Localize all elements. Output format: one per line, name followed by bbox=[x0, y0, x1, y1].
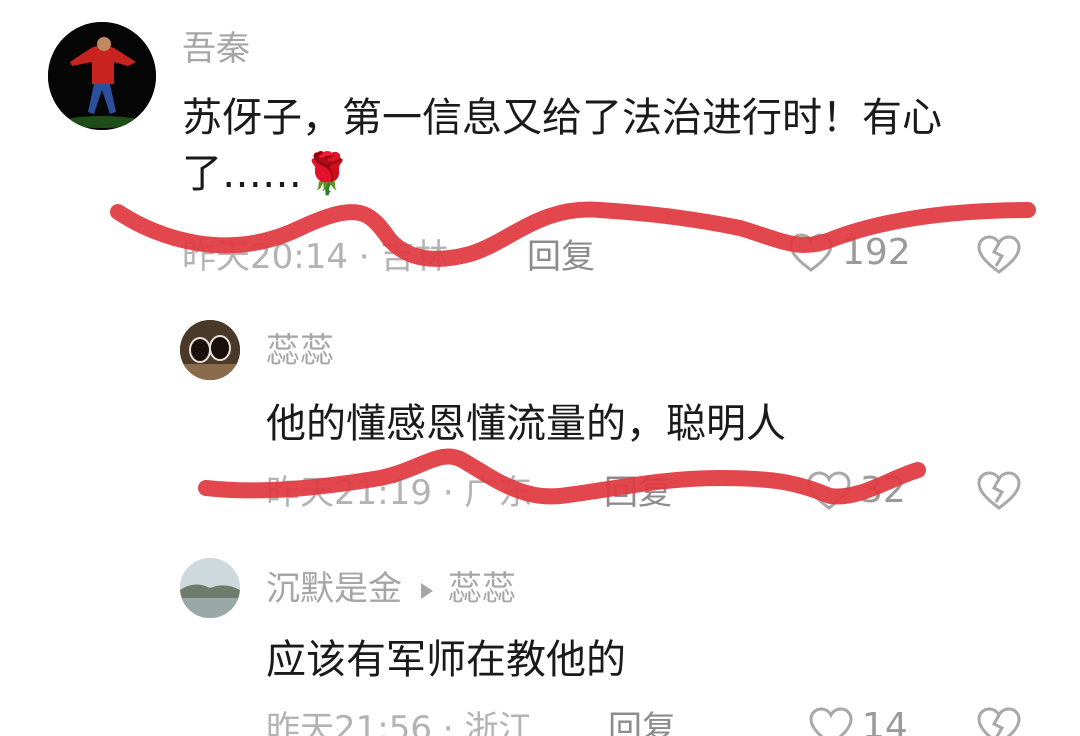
comment-text: 苏伢子，第一信息又给了法治进行时！有心了……🌹 bbox=[182, 95, 942, 197]
comment-text: 他的懂感恩懂流量的，聪明人 bbox=[266, 401, 786, 447]
avatar[interactable] bbox=[180, 558, 240, 618]
reply-target[interactable]: 蕊蕊 bbox=[448, 569, 516, 609]
reply-button[interactable]: 回复 bbox=[608, 712, 676, 736]
like-count: 32 bbox=[860, 470, 906, 511]
comment-date-location: 昨天20:14 · 吉林 bbox=[182, 237, 449, 277]
comment-item: 吾秦 苏伢子，第一信息又给了法治进行时！有心了……🌹 昨天20:14 · 吉林 … bbox=[0, 0, 1080, 290]
heart-icon bbox=[789, 233, 833, 272]
comment-username: 沉默是金 蕊蕊 bbox=[266, 572, 516, 606]
dislike-button[interactable] bbox=[976, 470, 1022, 516]
comment-text: 应该有军师在教他的 bbox=[266, 637, 626, 683]
comment-list: 吾秦 苏伢子，第一信息又给了法治进行时！有心了……🌹 昨天20:14 · 吉林 … bbox=[0, 0, 1080, 736]
like-button[interactable]: 192 bbox=[788, 232, 911, 274]
reply-button[interactable]: 回复 bbox=[527, 240, 595, 274]
dislike-button[interactable] bbox=[976, 234, 1022, 280]
comment-username[interactable]: 吾秦 bbox=[182, 32, 250, 66]
avatar[interactable] bbox=[180, 320, 240, 380]
comment-username[interactable]: 蕊蕊 bbox=[266, 334, 334, 368]
like-button[interactable]: 32 bbox=[806, 470, 906, 512]
comment-item: 蕊蕊 他的懂感恩懂流量的，聪明人 昨天21:19 · 广东 回复 32 bbox=[0, 290, 1080, 540]
comment-date-location: 昨天21:56 · 浙江 bbox=[266, 709, 533, 736]
broken-heart-icon bbox=[977, 235, 1021, 274]
like-button[interactable]: 14 bbox=[808, 706, 908, 736]
avatar[interactable] bbox=[48, 22, 156, 130]
broken-heart-icon bbox=[977, 471, 1021, 510]
reply-arrow-icon bbox=[421, 582, 433, 599]
broken-heart-icon bbox=[977, 707, 1021, 736]
heart-icon bbox=[807, 471, 851, 510]
comment-date-location: 昨天21:19 · 广东 bbox=[266, 473, 533, 513]
like-count: 14 bbox=[862, 706, 908, 736]
reply-button[interactable]: 回复 bbox=[604, 476, 672, 510]
heart-icon bbox=[809, 707, 853, 736]
like-count: 192 bbox=[842, 232, 911, 273]
dislike-button[interactable] bbox=[976, 706, 1022, 736]
comment-item: 沉默是金 蕊蕊 应该有军师在教他的 昨天21:56 · 浙江 回复 14 bbox=[0, 540, 1080, 736]
reply-author[interactable]: 沉默是金 bbox=[266, 569, 402, 609]
